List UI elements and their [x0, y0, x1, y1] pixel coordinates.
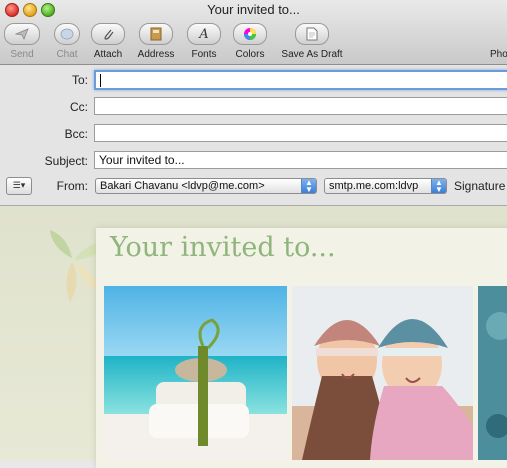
message-header-fields: To: Cc: Bcc: Subject: Your invited to...…	[0, 65, 507, 206]
text-caret	[100, 74, 101, 88]
toolbar-colors-label: Colors	[235, 49, 265, 60]
toolbar-save-draft-button[interactable]: Save As Draft	[278, 23, 346, 60]
signature-label: Signature	[454, 179, 506, 193]
popup-arrows-icon: ▲ ▼	[301, 179, 316, 193]
toolbar-chat-label: Chat	[56, 49, 78, 60]
toolbar-send-button[interactable]: Send	[4, 23, 40, 60]
window-chrome: Your invited to... Send Chat Attach Addr…	[0, 0, 507, 65]
fonts-icon: A	[187, 23, 221, 45]
photo-browser-icon	[490, 23, 507, 45]
toolbar-chat-button[interactable]: Chat	[52, 23, 82, 60]
toolbar-save-draft-label: Save As Draft	[281, 49, 343, 60]
stationery-heading[interactable]: Your invited to...	[110, 232, 336, 263]
toolbar-attach-label: Attach	[93, 49, 123, 60]
draft-icon	[295, 23, 329, 45]
bcc-field[interactable]	[94, 124, 507, 142]
bcc-label: Bcc:	[64, 127, 88, 141]
photo-spa-stones[interactable]	[478, 286, 507, 460]
toolbar-colors-button[interactable]: Colors	[230, 23, 270, 60]
smtp-server-value: smtp.me.com:ldvp	[329, 180, 419, 192]
toolbar-fonts-label: Fonts	[191, 49, 217, 60]
chat-bubble-icon	[54, 23, 80, 45]
toolbar-address-button[interactable]: Address	[134, 23, 178, 60]
address-book-icon	[139, 23, 173, 45]
window-title: Your invited to...	[207, 2, 300, 17]
photo-friends-winter-hats[interactable]	[292, 286, 473, 460]
paperclip-icon	[91, 23, 125, 45]
popup-arrows-icon: ▲ ▼	[431, 179, 446, 193]
subject-field[interactable]: Your invited to...	[94, 151, 507, 169]
toolbar-address-label: Address	[137, 49, 175, 60]
photo-beach-spa[interactable]	[104, 286, 287, 460]
cc-label: Cc:	[70, 100, 88, 114]
toolbar-photo-label: Pho	[490, 49, 507, 60]
color-wheel-icon	[233, 23, 267, 45]
to-field[interactable]	[94, 70, 507, 90]
paper-plane-icon	[4, 23, 40, 45]
to-label: To:	[71, 73, 88, 87]
toolbar-fonts-button[interactable]: A Fonts	[186, 23, 222, 60]
cc-field[interactable]	[94, 97, 507, 115]
toolbar-send-label: Send	[10, 49, 34, 60]
toolbar-photo-browser-button[interactable]: Pho	[490, 23, 507, 60]
from-account-popup[interactable]: Bakari Chavanu <ldvp@me.com> ▲ ▼	[95, 178, 317, 194]
subject-label: Subject:	[44, 154, 88, 168]
from-label: From:	[56, 179, 88, 193]
toolbar-attach-button[interactable]: Attach	[90, 23, 126, 60]
from-account-value: Bakari Chavanu <ldvp@me.com>	[100, 180, 265, 192]
smtp-server-popup[interactable]: smtp.me.com:ldvp ▲ ▼	[324, 178, 447, 194]
